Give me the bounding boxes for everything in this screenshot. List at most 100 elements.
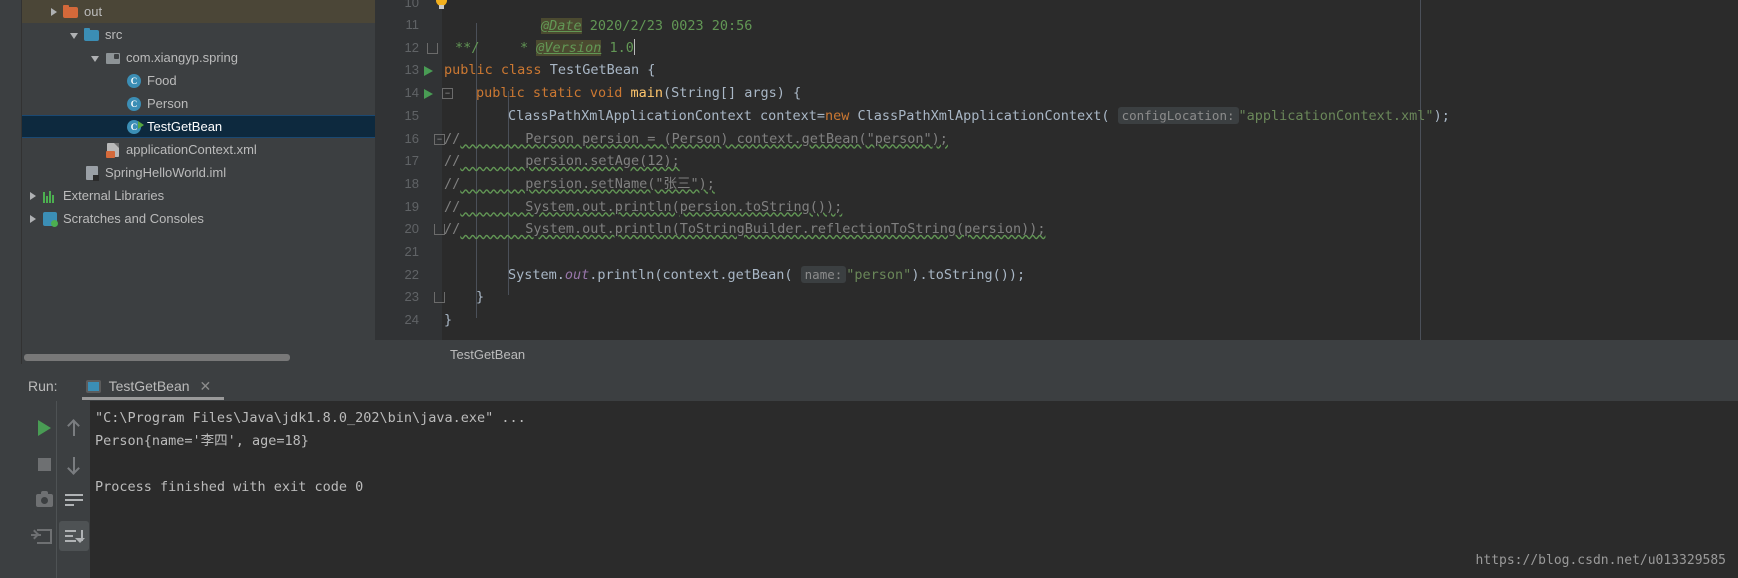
line-number: 14 — [404, 85, 419, 101]
iml-module-icon — [84, 165, 100, 181]
soft-wrap-icon — [65, 493, 83, 507]
console-command-line: "C:\Program Files\Java\jdk1.8.0_202\bin\… — [95, 410, 526, 426]
tree-item-label: src — [105, 27, 123, 42]
kw-public: public — [476, 85, 525, 102]
chevron-right-icon[interactable] — [27, 213, 39, 225]
editor-line-13[interactable]: 13 public class TestGetBean { — [375, 59, 1738, 82]
console-output[interactable]: "C:\Program Files\Java\jdk1.8.0_202\bin\… — [90, 401, 1738, 578]
project-tree-hscrollbar[interactable] — [22, 352, 375, 362]
println-call: .println(context.getBean( — [589, 266, 793, 283]
line-number: 13 — [404, 62, 419, 78]
package-icon — [105, 50, 121, 66]
line-number: 18 — [404, 175, 419, 191]
lightbulb-intention-icon[interactable] — [435, 0, 448, 10]
comment-slashes: // — [444, 130, 461, 147]
editor-line-12[interactable]: 12 **/ — [375, 37, 1738, 60]
run-tool-window: Run: TestGetBean ✕ "C:\Program Files\Jav… — [0, 371, 1738, 578]
string-literal-person: "person" — [846, 266, 912, 283]
editor-line-16[interactable]: 16 − // Person persion = (Person) contex… — [375, 128, 1738, 151]
method-name-main: main — [630, 85, 664, 102]
kw-new: new — [824, 107, 850, 124]
next-occurrence-button[interactable] — [59, 449, 89, 479]
string-literal-xml: "applicationContext.xml" — [1238, 107, 1434, 124]
editor-line-23[interactable]: 23 } — [375, 286, 1738, 309]
tree-item-applicationcontext-xml[interactable]: applicationContext.xml — [22, 138, 375, 161]
tree-item-testgetbean[interactable]: C TestGetBean — [22, 115, 375, 138]
kw-static: static — [532, 85, 582, 102]
arrow-up-icon — [67, 420, 81, 437]
horizontal-splitter[interactable] — [0, 364, 1738, 371]
chevron-right-icon[interactable] — [27, 190, 39, 202]
editor-line-18[interactable]: 18 // persion.setName("张三"); — [375, 173, 1738, 196]
comment-body: persion.setAge(12); — [460, 153, 680, 170]
kw-public: public — [444, 62, 493, 79]
editor-line-24[interactable]: 24 } — [375, 309, 1738, 332]
run-tab-testgetbean[interactable]: TestGetBean ✕ — [80, 372, 224, 400]
ctor-call: ClassPathXmlApplicationContext( — [849, 107, 1110, 124]
editor-line-19[interactable]: 19 // System.out.println(persion.toStrin… — [375, 196, 1738, 219]
run-header: Run: TestGetBean ✕ — [22, 371, 1738, 401]
editor-line-21[interactable]: 21 — [375, 241, 1738, 264]
code-editor[interactable]: 10 @Date 2020/2/23 0023 20:56 11 * @Vers… — [375, 0, 1738, 340]
kw-void: void — [589, 85, 623, 102]
watermark: https://blog.csdn.net/u013329585 — [1475, 553, 1726, 568]
run-config-icon — [85, 379, 101, 393]
editor-line-17[interactable]: 17 // persion.setAge(12); — [375, 150, 1738, 173]
line-number: 15 — [404, 107, 419, 123]
param-hint-name: name: — [800, 265, 847, 283]
project-tree[interactable]: out src com.xiangyp.spring C Food C Pers… — [22, 0, 375, 350]
class-name: TestGetBean — [549, 62, 640, 79]
gutter-fold-marker[interactable] — [423, 37, 442, 60]
close-icon[interactable]: ✕ — [200, 379, 212, 393]
gutter-run-class-icon[interactable] — [423, 59, 442, 82]
stmt-end: ); — [1433, 107, 1450, 124]
tree-item-label: TestGetBean — [147, 119, 223, 134]
tree-item-external-libraries[interactable]: External Libraries — [22, 184, 375, 207]
soft-wrap-button[interactable] — [59, 485, 89, 515]
tree-item-label: Food — [147, 73, 177, 88]
line-number: 22 — [404, 266, 419, 282]
tree-item-scratches-and-consoles[interactable]: Scratches and Consoles — [22, 207, 375, 230]
line-number: 21 — [404, 244, 419, 259]
editor-line-14[interactable]: 14 − public static void main(String[] ar… — [375, 82, 1738, 105]
tree-item-person[interactable]: C Person — [22, 92, 375, 115]
system-ref: System. — [508, 266, 565, 283]
libraries-icon — [42, 188, 58, 204]
stop-button[interactable] — [29, 449, 59, 479]
chevron-down-icon[interactable] — [69, 29, 81, 41]
breadcrumb-class[interactable]: TestGetBean — [450, 347, 525, 362]
screenshot-button[interactable] — [29, 485, 59, 515]
console-line: Person{name='李四', age=18} — [95, 433, 309, 449]
export-button[interactable] — [29, 521, 59, 551]
run-tab-label: TestGetBean — [108, 378, 190, 394]
line-number: 11 — [405, 17, 420, 32]
rerun-button[interactable] — [29, 413, 59, 443]
tree-item-iml[interactable]: SpringHelloWorld.iml — [22, 161, 375, 184]
tree-item-label: Person — [147, 96, 189, 111]
chevron-down-icon[interactable] — [90, 52, 102, 64]
editor-line-10[interactable]: 10 @Date 2020/2/23 0023 20:56 — [375, 0, 1738, 34]
editor-line-11[interactable]: 11 * @Version 1.0 — [375, 14, 1738, 56]
chevron-right-icon[interactable] — [48, 6, 60, 18]
tree-item-food[interactable]: C Food — [22, 69, 375, 92]
scroll-to-end-button[interactable] — [59, 521, 89, 551]
gutter-fold-marker[interactable]: − — [438, 82, 457, 105]
editor-line-15[interactable]: 15 ClassPathXmlApplicationContext contex… — [375, 105, 1738, 128]
kw-class: class — [500, 62, 542, 79]
gutter-fold-marker[interactable] — [430, 286, 449, 309]
idea-window: tes out src com.xiangyp.spring C Food C … — [0, 0, 1738, 578]
scrollbar-thumb[interactable] — [24, 354, 290, 361]
tree-item-package[interactable]: com.xiangyp.spring — [22, 46, 375, 69]
editor-line-20[interactable]: 20 // System.out.println(ToStringBuilder… — [375, 218, 1738, 241]
editor-line-22[interactable]: 22 System.out.println(context.getBean( n… — [375, 264, 1738, 287]
line-number: 20 — [404, 221, 419, 237]
line-number: 23 — [404, 289, 419, 305]
prev-occurrence-button[interactable] — [59, 413, 89, 443]
tree-item-src[interactable]: src — [22, 23, 375, 46]
tree-item-out[interactable]: out — [22, 0, 375, 23]
comment-body: Person persion = (Person) context.getBea… — [460, 130, 948, 147]
tree-item-label: applicationContext.xml — [126, 142, 257, 157]
closing-brace: } — [476, 289, 485, 306]
tree-item-label: out — [84, 4, 103, 19]
line-number: 17 — [404, 153, 419, 169]
